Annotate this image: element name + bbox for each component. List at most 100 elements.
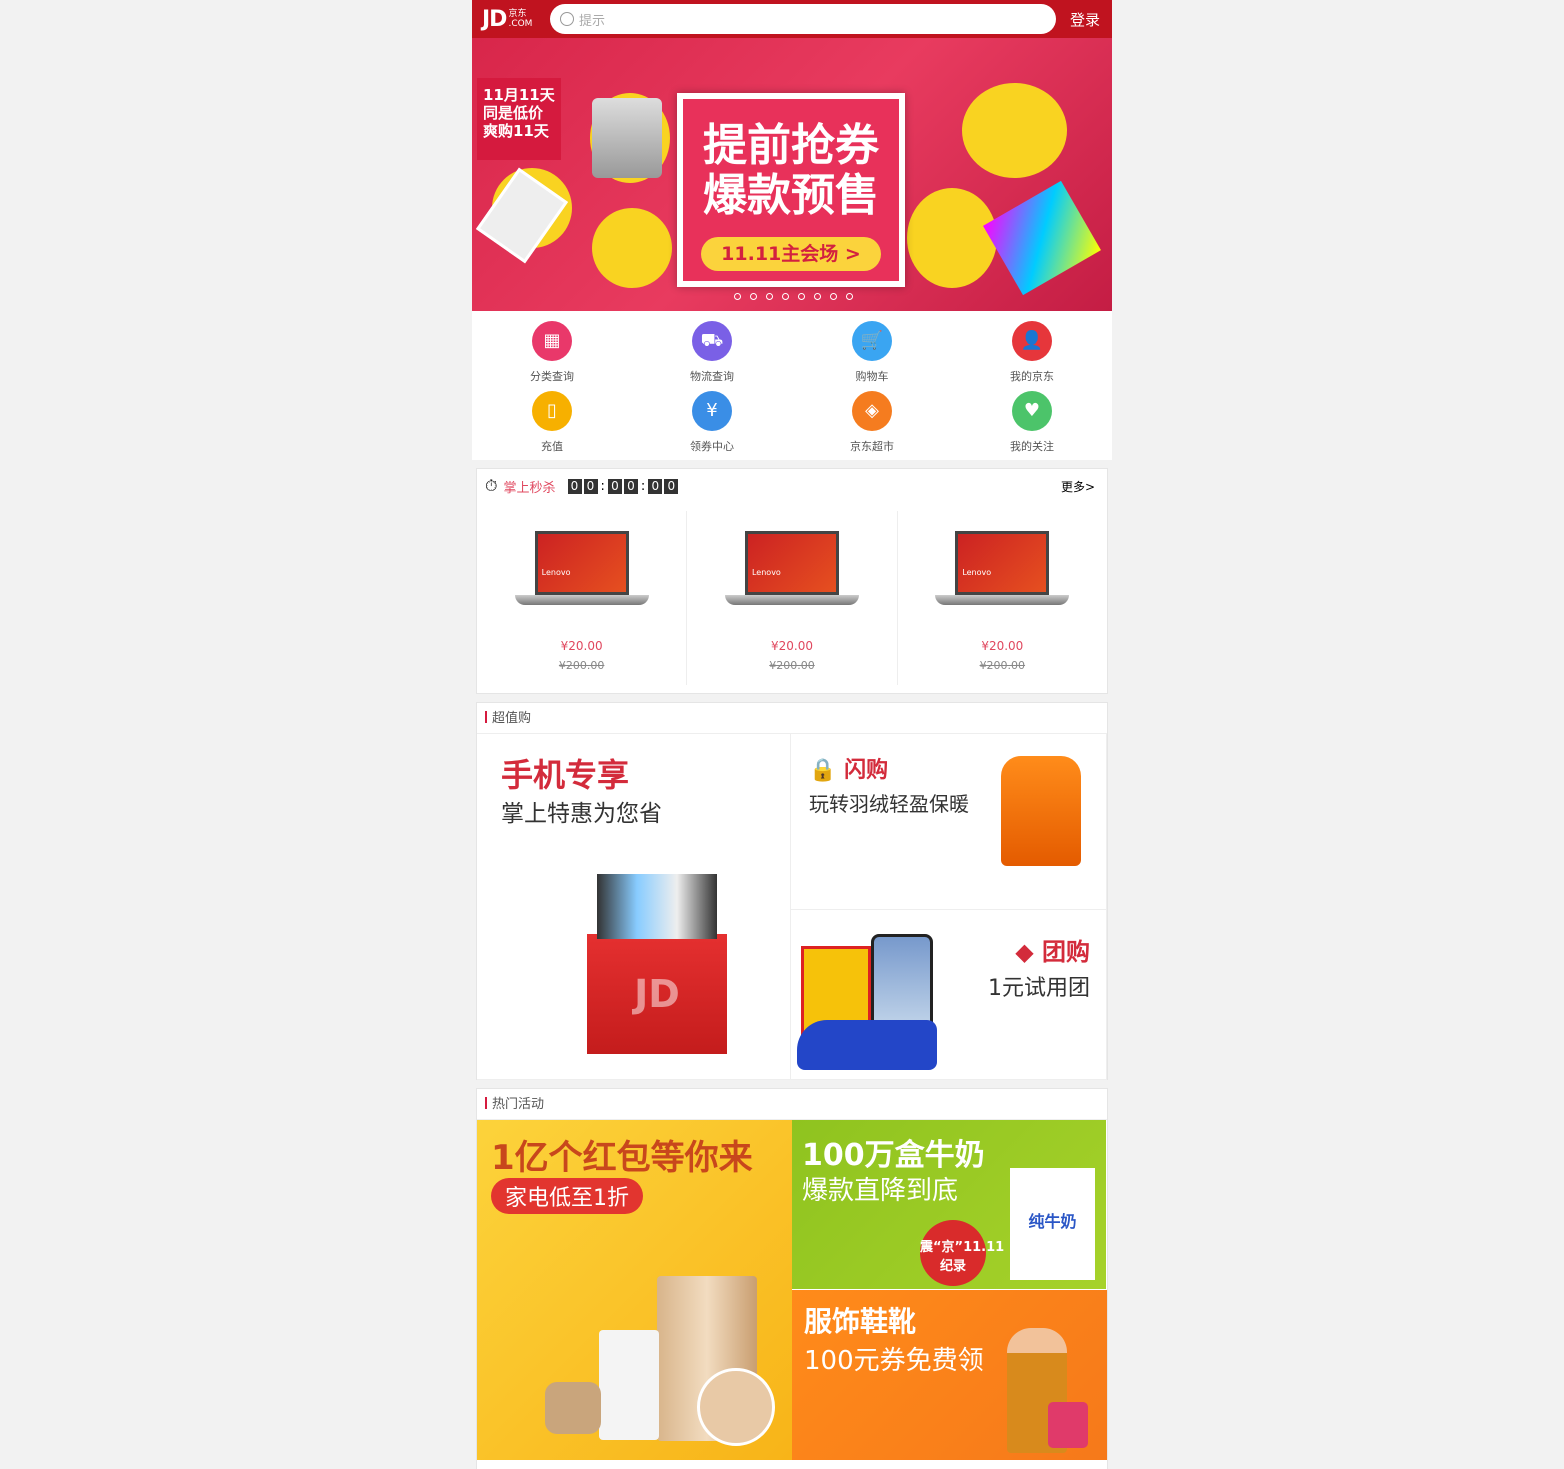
seckill-item[interactable]: Lenovo ¥20.00 ¥200.00	[898, 511, 1107, 685]
login-link[interactable]: 登录	[1070, 9, 1102, 30]
group-title: ◆ 团购	[1015, 938, 1090, 966]
search-placeholder: 提示	[579, 13, 606, 29]
price: ¥20.00	[560, 639, 603, 653]
seckill-items: Lenovo ¥20.00 ¥200.00 Lenovo ¥20.00 ¥200.00 Le…	[477, 503, 1107, 693]
nav-label: 我的京东	[1010, 370, 1054, 383]
shoe-image	[797, 1020, 937, 1070]
flash-sale-card[interactable]: 🔒 闪购 玩转羽绒轻盈保暖	[791, 734, 1107, 910]
nav-label: 分类查询	[530, 370, 574, 383]
product-image	[983, 180, 1101, 296]
carousel-dot[interactable]	[814, 293, 821, 300]
tag-line: 同是低价	[483, 104, 544, 122]
banner-card: 提前抢券 爆款预售 11.11主会场 >	[677, 93, 905, 287]
seckill-header: ⏱ 掌上秒杀 00: 00: 00 更多>	[485, 476, 1095, 496]
nav-item[interactable]: 👤 我的京东	[952, 321, 1112, 390]
phone-exclusive-card[interactable]: 手机专享 掌上特惠为您省 JD	[477, 734, 791, 1080]
card-subtitle: 100元券免费领	[804, 1346, 984, 1376]
timer-digit: 0	[664, 478, 679, 494]
decoration	[907, 188, 997, 288]
section-title: 热门活动	[477, 1089, 1107, 1120]
nav-item[interactable]: ♥ 我的关注	[952, 390, 1112, 460]
nav-item[interactable]: ⛟ 物流查询	[632, 321, 792, 390]
group-buy-card[interactable]: ◆ 团购 1元试用团	[791, 910, 1107, 1080]
price: ¥20.00	[770, 639, 813, 653]
washer-image	[592, 98, 662, 178]
more-link[interactable]: 更多>	[1061, 478, 1095, 495]
timer-digit: 0	[583, 478, 598, 494]
nav-label: 购物车	[855, 370, 889, 383]
box-logo: JD	[634, 972, 680, 1016]
carousel-dot[interactable]	[766, 293, 773, 300]
heart-icon: ♥	[1012, 390, 1052, 431]
seckill-item[interactable]: Lenovo ¥20.00 ¥200.00	[477, 511, 688, 685]
promo-banner[interactable]: 11月11天 同是低价 爽购11天 提前抢券 爆款预售 11.11主会场 >	[472, 38, 1112, 311]
main-venue-button[interactable]: 11.11主会场 >	[701, 237, 881, 271]
phone-icon: ▯	[532, 390, 572, 431]
logo-com: .COM	[508, 19, 533, 29]
logo-text: JD	[482, 6, 507, 32]
nav-label: 我的关注	[1010, 439, 1054, 453]
cooker-image	[545, 1382, 601, 1434]
card-title: 手机专享	[501, 756, 630, 794]
decoration	[592, 208, 672, 288]
coupon-icon: ¥	[692, 390, 732, 431]
card-subtitle: 爆款直降到底	[802, 1176, 959, 1206]
jacket-image	[1001, 756, 1081, 866]
carousel-dot[interactable]	[782, 293, 789, 300]
nav-label: 充值	[541, 439, 563, 453]
phones-image	[597, 874, 717, 939]
page: JD 京东 .COM 提示 登录 11月11天 同是低价 爽购11天 提前抢券 爆款预售…	[472, 0, 1112, 1469]
card-title: 1亿个红包等你来	[491, 1138, 753, 1178]
brand-label: Lenovo	[541, 568, 571, 577]
clothing-promo-card[interactable]: 服饰鞋靴 100元券免费领	[792, 1290, 1107, 1460]
nav-item[interactable]: ▦ 分类查询	[472, 321, 632, 390]
carousel-dot[interactable]	[846, 293, 853, 300]
original-price: ¥200.00	[769, 659, 815, 672]
seckill-section: ⏱ 掌上秒杀 00: 00: 00 更多> Lenovo ¥20.00 ¥200.0…	[476, 468, 1108, 694]
carousel-dot[interactable]	[734, 293, 741, 300]
section-title: 超值购	[477, 703, 1107, 734]
value-section: 超值购 手机专享 掌上特惠为您省 JD 🔒 闪购 玩转羽绒轻盈保暖 ◆ 团购 1…	[476, 702, 1108, 1080]
seckill-item[interactable]: Lenovo ¥20.00 ¥200.00	[687, 511, 898, 685]
card-subtitle: 家电低至1折	[491, 1178, 643, 1214]
flash-title: 🔒 闪购	[809, 758, 889, 783]
laptop-image: Lenovo	[935, 531, 1070, 615]
timer-digit: 0	[623, 478, 638, 494]
gift-box-image: JD	[587, 934, 727, 1054]
card-subtitle: 掌上特惠为您省	[501, 801, 662, 827]
nav-label: 京东超市	[850, 439, 894, 453]
flash-title-text: 闪购	[844, 758, 889, 783]
nav-item[interactable]: 🛒 购物车	[792, 321, 952, 390]
carousel-dot[interactable]	[798, 293, 805, 300]
nav-item[interactable]: ¥ 领券中心	[632, 390, 792, 460]
cart-icon: 🛒	[852, 321, 892, 361]
price: ¥20.00	[981, 639, 1024, 653]
carousel-dots	[734, 293, 853, 300]
double-11-tag: 11月11天 同是低价 爽购11天	[477, 78, 561, 160]
brand-label: Lenovo	[962, 568, 992, 577]
banner-title: 爆款预售	[703, 170, 879, 221]
group-subtitle: 1元试用团	[988, 976, 1090, 1001]
milk-promo-card[interactable]: 100万盒牛奶 爆款直降到底 震“京”11.11纪录 纯牛奶	[792, 1120, 1107, 1290]
card-title: 服饰鞋靴	[804, 1305, 917, 1338]
header: JD 京东 .COM 提示 登录	[472, 0, 1112, 38]
quick-nav: ▦ 分类查询 ⛟ 物流查询 🛒 购物车 👤 我的京东 ▯ 充值 ¥ 领券中心 ◈ 京东超市 ♥ 我的关注	[472, 311, 1112, 460]
nav-item[interactable]: ▯ 充值	[472, 390, 632, 460]
red-packet-card[interactable]: 1亿个红包等你来 家电低至1折	[477, 1120, 792, 1460]
flash-subtitle: 玩转羽绒轻盈保暖	[809, 792, 969, 816]
carousel-dot[interactable]	[830, 293, 837, 300]
brand-label: Lenovo	[751, 568, 781, 577]
search-input[interactable]: 提示	[550, 4, 1056, 34]
original-price: ¥200.00	[979, 659, 1026, 672]
tag-line: 爽购11天	[483, 122, 549, 140]
laptop-image: Lenovo	[724, 531, 859, 615]
milk-pack-image: 纯牛奶	[1010, 1168, 1095, 1280]
carousel-dot[interactable]	[750, 293, 757, 300]
decoration	[962, 83, 1067, 178]
user-icon: 👤	[1012, 321, 1052, 361]
laptop-image: Lenovo	[514, 531, 649, 615]
jd-logo[interactable]: JD 京东 .COM	[482, 7, 550, 32]
nav-item[interactable]: ◈ 京东超市	[792, 390, 952, 460]
hot-activity-section: 热门活动 100万盒牛奶 爆款直降到底 震“京”11.11纪录 纯牛奶 1亿个红…	[476, 1088, 1108, 1469]
seckill-title: 掌上秒杀	[503, 480, 556, 496]
